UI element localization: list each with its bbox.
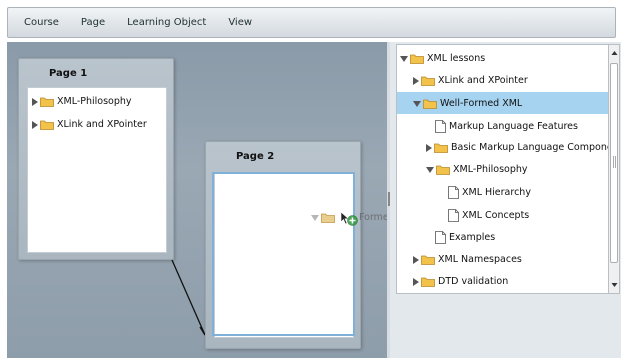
- tree-item-label: XML lessons: [427, 53, 486, 64]
- expand-icon[interactable]: [413, 76, 419, 85]
- scrollbar-grip: [613, 156, 616, 168]
- add-plus-icon: [347, 215, 358, 226]
- tree-item[interactable]: Examples: [435, 231, 495, 244]
- tree-item-label: DTD validation: [438, 276, 509, 287]
- document-icon: [435, 231, 446, 244]
- folder-icon: [421, 276, 435, 287]
- menu-course[interactable]: Course: [16, 14, 67, 31]
- tree-item[interactable]: XML-Philosophy: [426, 164, 528, 175]
- tree-item[interactable]: XML Concepts: [448, 209, 529, 222]
- app-window: Course Page Learning Object View Page 1 …: [0, 0, 621, 358]
- tree-item-label: Basic Markup Language Component: [451, 142, 610, 153]
- folder-open-icon: [436, 164, 450, 175]
- tree-item-label: XML Hierarchy: [462, 187, 531, 198]
- page-title: Page 2: [236, 151, 275, 162]
- folder-icon: [40, 119, 54, 130]
- expand-icon: [311, 214, 319, 221]
- folder-icon: [321, 212, 335, 223]
- scroll-down-icon[interactable]: [610, 280, 619, 290]
- folder-open-icon: [423, 98, 437, 109]
- page-card-1[interactable]: Page 1 XML-Philosophy XLink and XPointer: [18, 58, 174, 260]
- document-icon: [448, 186, 459, 199]
- collapse-icon[interactable]: [426, 166, 434, 173]
- menu-learning-object[interactable]: Learning Object: [119, 14, 214, 31]
- folder-icon: [421, 254, 435, 265]
- tree-item[interactable]: Markup Language Features: [435, 120, 578, 133]
- tree-item[interactable]: XML Namespaces: [413, 254, 522, 265]
- tree-item[interactable]: DTD validation: [413, 276, 508, 287]
- tree-item-label: XLink and XPointer: [438, 75, 528, 86]
- folder-icon: [421, 75, 435, 86]
- tree-item-selected[interactable]: Well-Formed XML: [413, 98, 522, 109]
- collapse-icon[interactable]: [400, 55, 408, 62]
- page-body[interactable]: XML-Philosophy XLink and XPointer: [27, 87, 167, 253]
- tree-item-label: XML-Philosophy: [453, 164, 528, 175]
- folder-open-icon: [410, 53, 424, 64]
- tree-scrollbar[interactable]: [608, 44, 620, 294]
- folder-icon: [434, 142, 448, 153]
- page-item-label: XLink and XPointer: [57, 119, 147, 130]
- expand-icon[interactable]: [32, 120, 38, 129]
- document-icon: [448, 209, 459, 222]
- menu-bar: Course Page Learning Object View: [7, 7, 616, 38]
- tree-item[interactable]: Basic Markup Language Component: [426, 142, 610, 153]
- folder-icon: [40, 96, 54, 107]
- expand-icon[interactable]: [413, 277, 419, 286]
- scrollbar-thumb[interactable]: [610, 63, 618, 263]
- collapse-icon[interactable]: [413, 100, 421, 107]
- scroll-up-icon[interactable]: [610, 48, 619, 58]
- page-body[interactable]: [214, 172, 354, 338]
- page-item[interactable]: XML-Philosophy: [32, 96, 132, 107]
- expand-icon[interactable]: [32, 97, 38, 106]
- tree-item[interactable]: XML lessons: [400, 53, 485, 64]
- tree-item-label: Examples: [449, 232, 496, 243]
- page-title: Page 1: [49, 68, 88, 79]
- expand-icon[interactable]: [426, 143, 432, 152]
- page-item[interactable]: XLink and XPointer: [32, 119, 147, 130]
- tree-item[interactable]: XML Hierarchy: [448, 186, 531, 199]
- expand-icon[interactable]: [413, 255, 419, 264]
- page-card-2[interactable]: Page 2: [205, 141, 361, 349]
- document-icon: [435, 120, 446, 133]
- tree-item[interactable]: XLink and XPointer: [413, 75, 528, 86]
- tree-item-label: Markup Language Features: [449, 121, 578, 132]
- course-tree: XML lessons XLink and XPointer Well-Form…: [396, 44, 610, 294]
- page-item-label: XML-Philosophy: [57, 96, 132, 107]
- menu-page[interactable]: Page: [73, 14, 113, 31]
- menu-view[interactable]: View: [220, 14, 260, 31]
- tree-item-label: XML Concepts: [462, 210, 530, 221]
- tree-item-label: Well-Formed XML: [440, 98, 523, 109]
- tree-item-label: XML Namespaces: [438, 254, 522, 265]
